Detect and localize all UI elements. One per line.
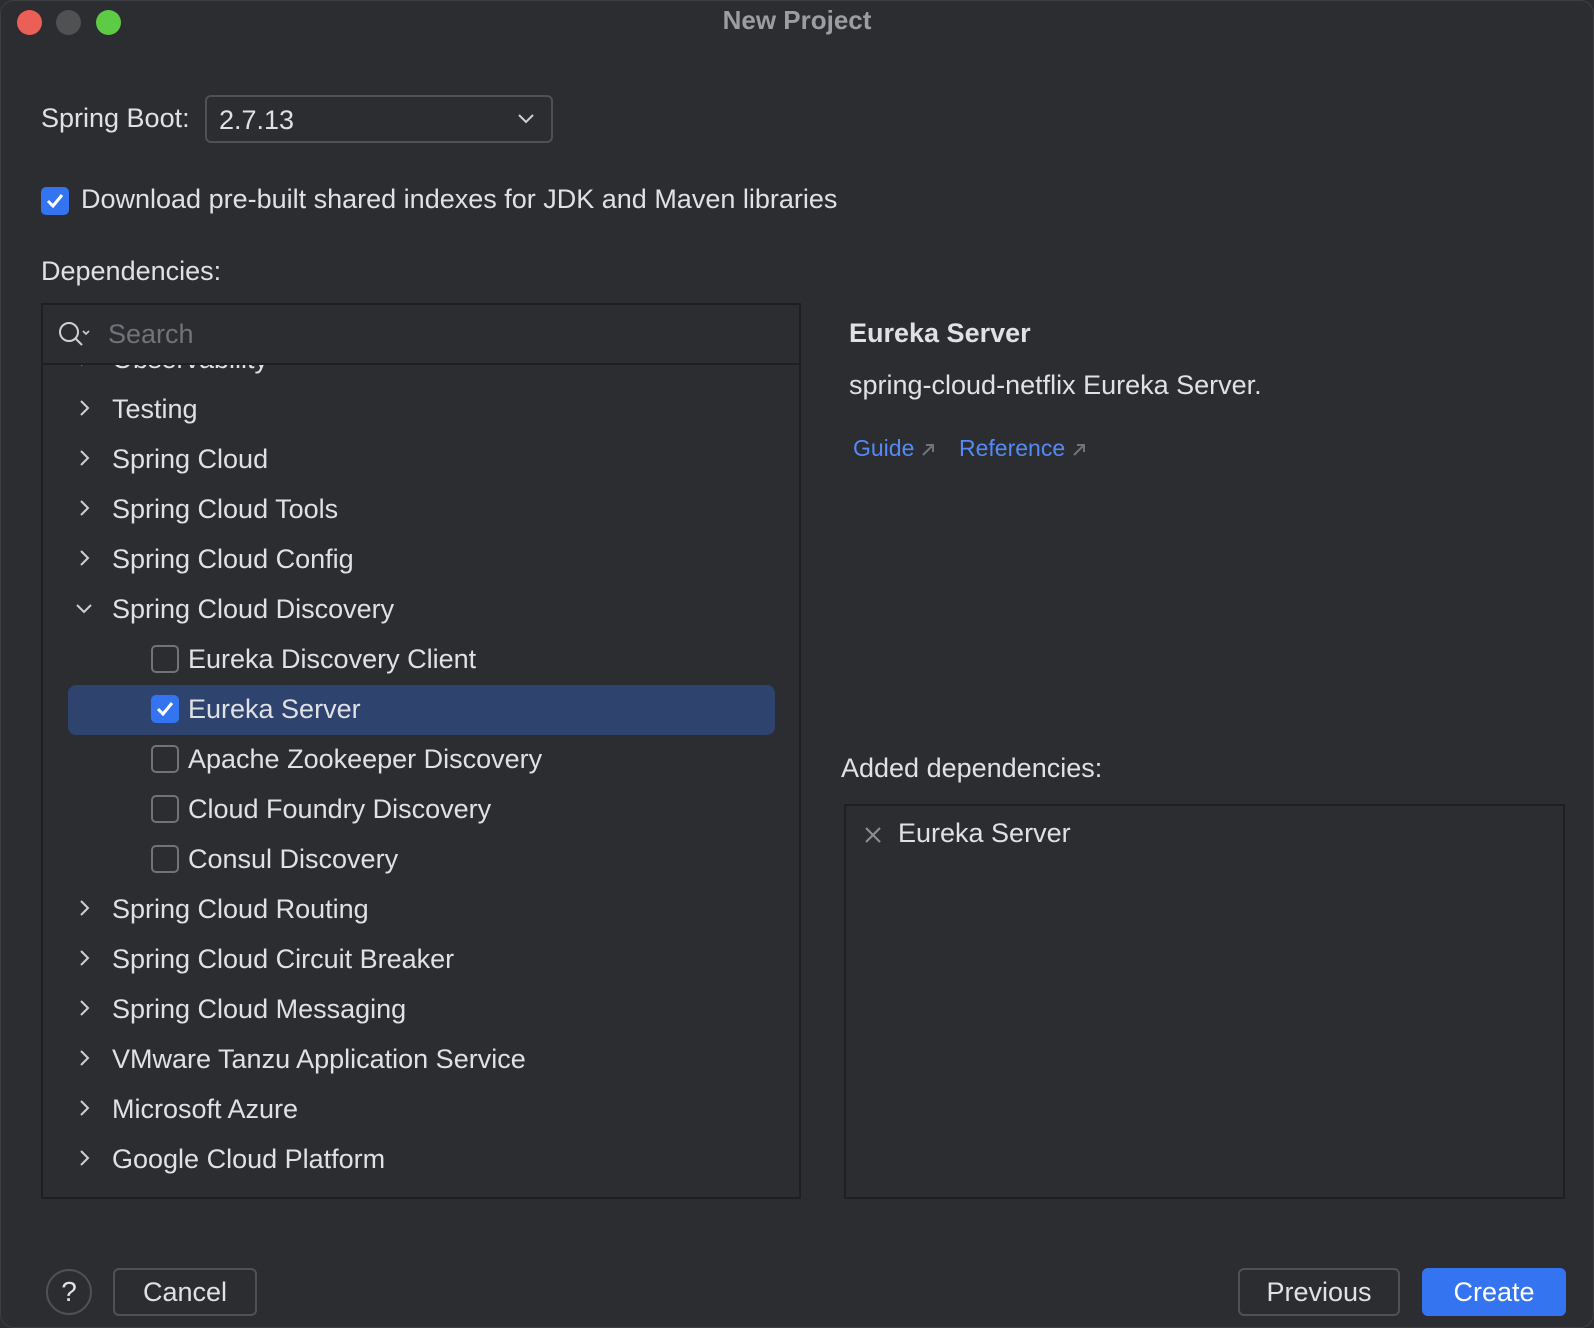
chevron-right-icon	[80, 1150, 90, 1166]
tree-row-label: Spring Cloud Discovery	[112, 594, 395, 624]
tree-item-eureka-server[interactable]: Eureka Server	[43, 685, 799, 735]
tree-category-microsoft-azure[interactable]: Microsoft Azure	[43, 1085, 799, 1135]
dependency-detail-title: Eureka Server	[849, 318, 1031, 348]
search-icon	[59, 322, 90, 346]
chevron-right-icon	[80, 500, 90, 516]
previous-button[interactable]: Previous	[1238, 1268, 1400, 1316]
chevron-right-icon	[80, 950, 90, 966]
dependencies-label: Dependencies:	[41, 256, 222, 286]
tree-item-eureka-discovery-client[interactable]: Eureka Discovery Client	[43, 635, 799, 685]
remove-dependency-button[interactable]	[862, 824, 884, 846]
tree-row-label: VMware Tanzu Application Service	[112, 1044, 526, 1074]
dependency-checkbox[interactable]	[151, 845, 179, 873]
dependency-checkbox[interactable]	[151, 795, 179, 823]
tree-category-spring-cloud-discovery[interactable]: Spring Cloud Discovery	[43, 585, 799, 635]
reference-link-label: Reference	[959, 435, 1066, 461]
tree-category-spring-cloud-tools[interactable]: Spring Cloud Tools	[43, 485, 799, 535]
tree-row-label: Spring Cloud Routing	[112, 894, 369, 924]
tree-category-spring-cloud-routing[interactable]: Spring Cloud Routing	[43, 885, 799, 935]
chevron-right-icon	[80, 1100, 90, 1116]
external-link-icon	[922, 443, 935, 456]
dependency-detail-description: spring-cloud-netflix Eureka Server.	[849, 370, 1262, 400]
tree-category-spring-cloud[interactable]: Spring Cloud	[43, 435, 799, 485]
spring-boot-version-value: 2.7.13	[219, 105, 295, 135]
reference-link[interactable]: Reference	[959, 435, 1087, 462]
tree-item-consul-discovery[interactable]: Consul Discovery	[43, 835, 799, 885]
chevron-right-icon	[80, 900, 90, 916]
tree-category-spring-cloud-messaging[interactable]: Spring Cloud Messaging	[43, 985, 799, 1035]
tree-category-testing[interactable]: Testing	[43, 385, 799, 435]
create-button[interactable]: Create	[1422, 1268, 1566, 1316]
chevron-right-icon	[80, 550, 90, 566]
download-indexes-label[interactable]: Download pre-built shared indexes for JD…	[81, 184, 837, 215]
chevron-down-icon	[76, 604, 92, 614]
spring-boot-label: Spring Boot:	[41, 103, 190, 133]
tree-row-label: Spring Cloud Tools	[112, 494, 339, 524]
external-link-icon	[1073, 443, 1086, 456]
download-indexes-checkbox[interactable]	[41, 187, 69, 215]
added-dependency-item: Eureka Server	[898, 818, 1071, 848]
dependency-checkbox[interactable]	[151, 745, 179, 773]
tree-row-label: Spring Cloud Config	[112, 544, 354, 574]
tree-category-spring-cloud-config[interactable]: Spring Cloud Config	[43, 535, 799, 585]
chevron-right-icon	[80, 400, 90, 416]
chevron-right-icon	[81, 365, 83, 366]
guide-link-label: Guide	[853, 435, 915, 461]
cancel-button[interactable]: Cancel	[113, 1268, 257, 1316]
search-placeholder: Search	[108, 319, 194, 349]
guide-link[interactable]: Guide	[853, 435, 936, 462]
added-dependencies-list: Eureka Server	[844, 804, 1565, 1199]
added-dependencies-label: Added dependencies:	[841, 753, 1103, 783]
chevron-right-icon	[80, 450, 90, 466]
spring-boot-version-select[interactable]: 2.7.13	[205, 95, 553, 143]
tree-category-spring-cloud-circuit-breaker[interactable]: Spring Cloud Circuit Breaker	[43, 935, 799, 985]
close-icon	[865, 827, 881, 843]
tree-row-label: Eureka Server	[188, 694, 361, 724]
tree-row-label: Google Cloud Platform	[112, 1144, 386, 1174]
tree-item-cloud-foundry-discovery[interactable]: Cloud Foundry Discovery	[43, 785, 799, 835]
dependency-checkbox[interactable]	[151, 645, 179, 673]
tree-row-label: Eureka Discovery Client	[188, 644, 477, 674]
dependencies-search[interactable]: Search	[43, 305, 799, 365]
checkmark-icon	[156, 702, 174, 717]
tree-category-vmware-tanzu[interactable]: VMware Tanzu Application Service	[43, 1035, 799, 1085]
tree-row-label: Spring Cloud	[112, 444, 269, 474]
tree-row-label: Cloud Foundry Discovery	[188, 794, 492, 824]
tree-item-apache-zookeeper-discovery[interactable]: Apache Zookeeper Discovery	[43, 735, 799, 785]
dependency-checkbox[interactable]	[151, 695, 179, 723]
tree-row-label: Microsoft Azure	[112, 1094, 299, 1124]
checkmark-icon	[46, 194, 64, 209]
chevron-right-icon	[80, 1050, 90, 1066]
tree-row-label: Testing	[112, 394, 198, 424]
chevron-right-icon	[80, 1000, 90, 1016]
tree-category-google-cloud-platform[interactable]: Google Cloud Platform	[43, 1135, 799, 1185]
dependencies-tree: Observability Testing Spring Cloud Sprin…	[43, 365, 799, 1197]
tree-row-label: Consul Discovery	[188, 844, 399, 874]
tree-row-label: Spring Cloud Messaging	[112, 994, 407, 1024]
title-bar: New Project	[1, 1, 1593, 43]
tree-category-observability[interactable]: Observability	[43, 365, 799, 385]
new-project-dialog: New Project Spring Boot: 2.7.13 Download…	[0, 0, 1594, 1328]
tree-row-label: Spring Cloud Circuit Breaker	[112, 944, 455, 974]
tree-row-label: Apache Zookeeper Discovery	[188, 744, 543, 774]
help-button[interactable]: ?	[46, 1269, 92, 1315]
chevron-down-icon	[518, 114, 534, 124]
window-title: New Project	[722, 5, 872, 35]
tree-row-label: Observability	[112, 365, 268, 375]
dependencies-tree-panel: Search Observability Testing Spring Clou…	[41, 303, 801, 1199]
